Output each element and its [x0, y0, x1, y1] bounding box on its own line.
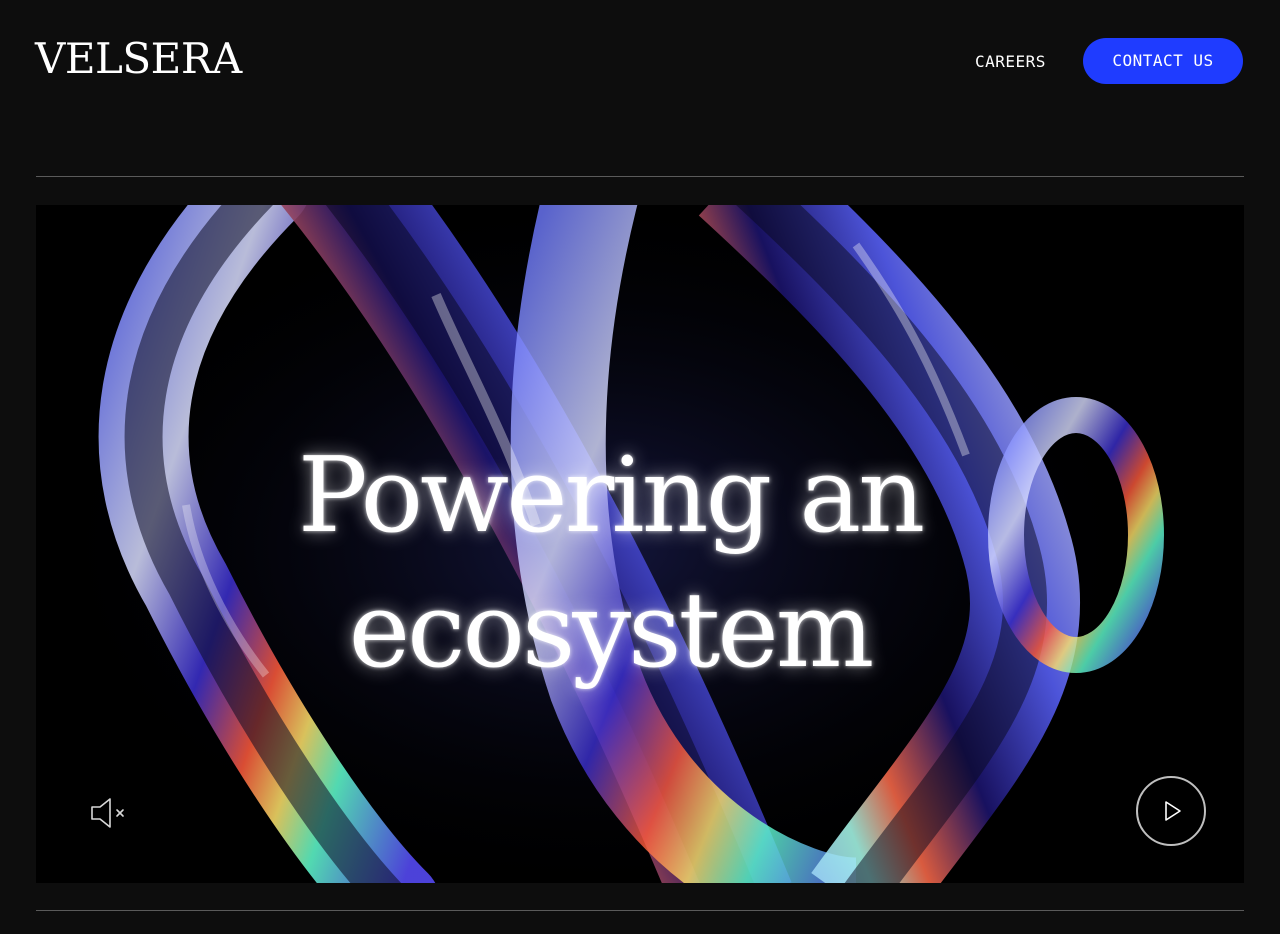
headline-line-1: Powering an: [297, 434, 926, 556]
play-button[interactable]: [1136, 776, 1206, 846]
speaker-muted-icon[interactable]: [88, 791, 132, 835]
divider-bottom: [36, 910, 1244, 911]
hero-video[interactable]: Powering an ecosystem: [36, 205, 1244, 883]
nav-careers-link[interactable]: CAREERS: [975, 50, 1046, 74]
site-header: VELSERA CAREERS CONTACT US: [0, 0, 1280, 122]
contact-us-button[interactable]: CONTACT US: [1083, 38, 1243, 84]
divider-top: [36, 176, 1244, 177]
play-icon: [1165, 801, 1181, 821]
hero-headline: Powering an ecosystem: [36, 420, 1244, 705]
headline-line-2: ecosystem: [348, 569, 875, 691]
velsera-logo[interactable]: VELSERA: [35, 34, 242, 84]
